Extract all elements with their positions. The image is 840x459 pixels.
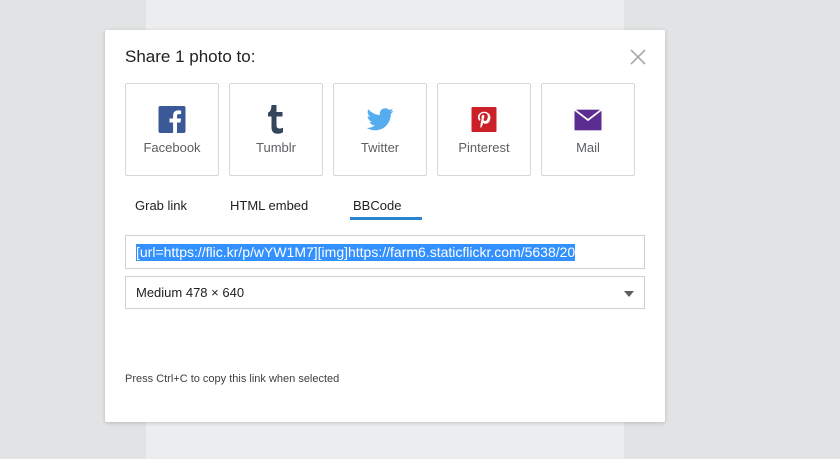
dialog-title: Share 1 photo to: [125, 47, 256, 66]
tumblr-icon [263, 104, 290, 134]
share-label-pinterest: Pinterest [458, 140, 510, 155]
share-pinterest-button[interactable]: Pinterest [437, 83, 531, 176]
active-tab-indicator [350, 217, 422, 220]
share-label-facebook: Facebook [143, 140, 201, 155]
share-dialog: Share 1 photo to: Facebook Tumblr Twitte… [105, 30, 665, 422]
share-label-mail: Mail [576, 140, 600, 155]
share-link-input[interactable]: [url=https://flic.kr/p/wYW1M7][img]https… [125, 235, 645, 269]
share-facebook-button[interactable]: Facebook [125, 83, 219, 176]
tab-html-embed[interactable]: HTML embed [230, 198, 308, 213]
photo-size-dropdown[interactable]: Medium 478 × 640 [125, 276, 645, 309]
close-button[interactable] [628, 47, 648, 67]
chevron-down-icon [624, 291, 634, 297]
share-twitter-button[interactable]: Twitter [333, 83, 427, 176]
share-mail-button[interactable]: Mail [541, 83, 635, 176]
share-targets: Facebook Tumblr Twitter Pinterest Mail [125, 83, 645, 178]
share-label-tumblr: Tumblr [256, 140, 296, 155]
facebook-icon [158, 106, 186, 133]
share-tumblr-button[interactable]: Tumblr [229, 83, 323, 176]
pinterest-icon [471, 106, 498, 133]
photo-size-selected: Medium 478 × 640 [136, 285, 245, 300]
share-label-twitter: Twitter [360, 140, 400, 155]
share-link-value: [url=https://flic.kr/p/wYW1M7][img]https… [136, 244, 576, 261]
twitter-icon [366, 106, 394, 133]
mail-icon [574, 106, 602, 133]
close-icon [630, 49, 646, 65]
tab-bbcode[interactable]: BBCode [353, 198, 401, 213]
tab-grab-link[interactable]: Grab link [135, 198, 187, 213]
copy-hint: Press Ctrl+C to copy this link when sele… [125, 373, 340, 385]
